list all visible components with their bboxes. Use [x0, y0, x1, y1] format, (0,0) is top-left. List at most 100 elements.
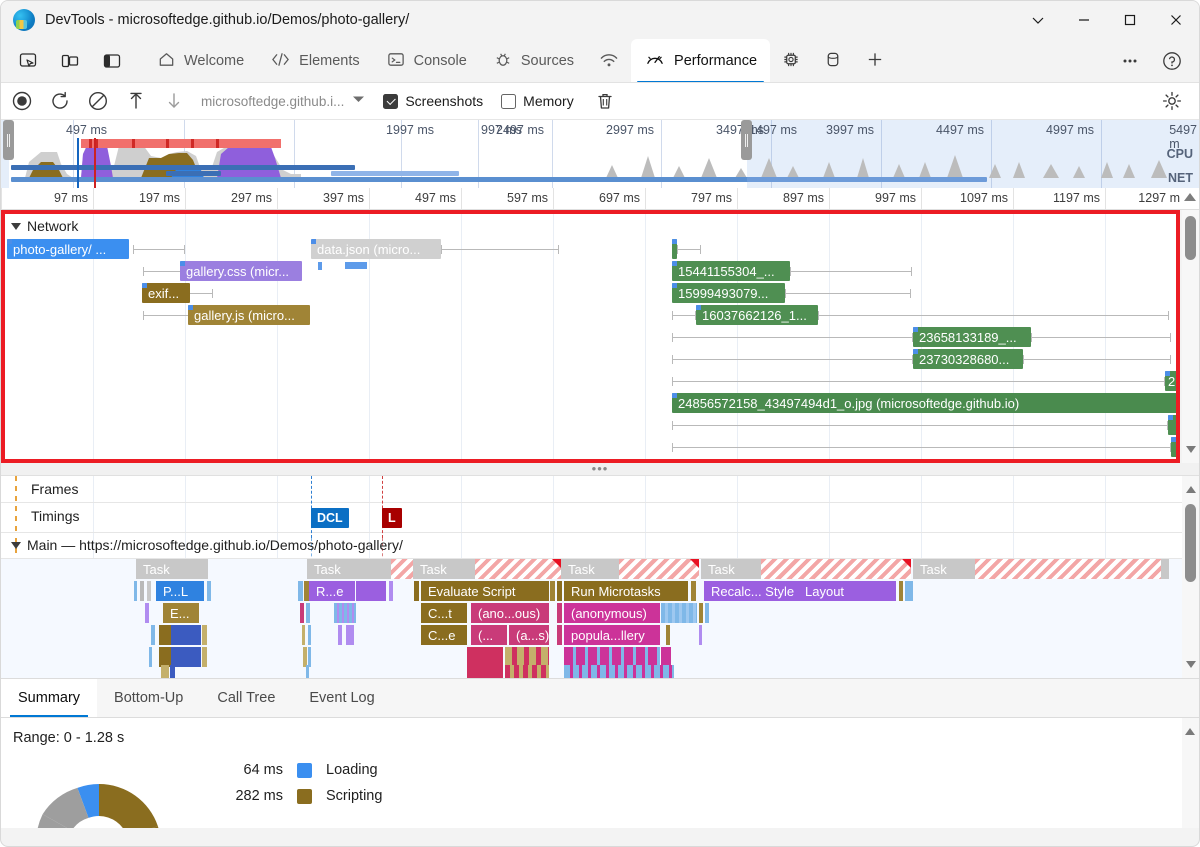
flame-sliver[interactable] [699, 603, 703, 623]
table-row[interactable]: photo-gallery/ ... data.json (micro... [5, 238, 1176, 260]
dock-side-icon[interactable] [91, 39, 133, 83]
flame-sliver[interactable] [161, 665, 169, 678]
flame-sliver[interactable] [303, 647, 307, 667]
task-block[interactable]: Task [561, 559, 619, 579]
flame-sliver[interactable] [302, 625, 305, 645]
task-block[interactable]: Task [413, 559, 475, 579]
flame-sliver[interactable] [149, 647, 152, 667]
flame-sliver[interactable] [207, 581, 211, 601]
summary-scrollbar[interactable] [1182, 718, 1199, 828]
flame-block[interactable]: (anonymous) [564, 603, 660, 623]
table-row[interactable]: 23658133189_... [5, 326, 1176, 348]
flame-sliver[interactable] [467, 647, 503, 667]
flame-block[interactable]: R...e [309, 581, 355, 601]
record-icon[interactable] [5, 86, 39, 116]
flame-block[interactable]: Evaluate Script [421, 581, 549, 601]
task-block[interactable]: Task [701, 559, 761, 579]
collapse-overview-arrow-icon[interactable] [1184, 193, 1196, 201]
flame-block[interactable]: Layout [798, 581, 896, 601]
more-options-icon[interactable] [1109, 39, 1151, 83]
flame-sliver[interactable] [661, 647, 671, 667]
task-block[interactable]: Task [307, 559, 391, 579]
flame-sliver[interactable] [202, 625, 207, 645]
main-thread-header[interactable]: Main — https://microsoftedge.github.io/D… [1, 533, 403, 557]
flame-sliver[interactable] [334, 603, 356, 623]
memory-checkbox[interactable]: Memory [501, 93, 574, 109]
table-row[interactable]: 23730328680... [5, 348, 1176, 370]
table-row[interactable] [5, 414, 1176, 436]
flame-sliver[interactable] [134, 581, 137, 601]
network-request-bar[interactable] [1168, 415, 1180, 435]
help-icon[interactable] [1151, 39, 1193, 83]
flame-sliver[interactable] [691, 581, 696, 601]
pane-resizer[interactable]: ••• [1, 463, 1199, 476]
scroll-down-arrow-icon[interactable] [1186, 446, 1196, 453]
expand-triangle-icon[interactable] [11, 223, 21, 230]
flame-sliver[interactable] [505, 647, 549, 667]
flame-block[interactable]: E... [163, 603, 199, 623]
network-request-bar[interactable]: gallery.js (micro... [188, 305, 310, 325]
window-close-button[interactable] [1153, 1, 1199, 39]
flame-sliver[interactable] [159, 647, 171, 667]
device-toolbar-icon[interactable] [49, 39, 91, 83]
window-maximize-button[interactable] [1107, 1, 1153, 39]
table-row[interactable]: gallery.js (micro... 16037662126_1... [5, 304, 1176, 326]
flame-scrollbar[interactable] [1182, 476, 1199, 678]
flame-sliver[interactable] [308, 647, 311, 667]
network-request-bar[interactable]: 15999493079... [672, 283, 785, 303]
flame-sliver[interactable] [899, 581, 903, 601]
flame-block[interactable]: P...L [156, 581, 204, 601]
overview-selection-handle-right[interactable] [741, 120, 752, 160]
reload-and-record-icon[interactable] [43, 86, 77, 116]
network-request-bar[interactable]: data.json (micro... [311, 239, 441, 259]
inspect-icon[interactable] [7, 39, 49, 83]
table-row[interactable]: gallery.css (micr... 15441155304_... [5, 260, 1176, 282]
scrollbar-thumb[interactable] [1185, 216, 1196, 260]
scroll-up-arrow-icon[interactable] [1185, 728, 1195, 735]
add-panel-button[interactable] [854, 39, 896, 83]
network-request-bar[interactable]: 24856572158_43497494d1_o.jpg (microsofte… [672, 393, 1180, 413]
flame-sliver[interactable] [298, 581, 303, 601]
flame-block[interactable]: (... [471, 625, 507, 645]
task-block[interactable]: Task [913, 559, 975, 579]
tab-console[interactable]: Console [373, 39, 480, 83]
tab-performance[interactable]: Performance [631, 39, 770, 83]
flame-sliver[interactable] [356, 581, 386, 601]
flame-sliver[interactable] [564, 665, 674, 678]
chevron-down-icon[interactable] [352, 95, 365, 107]
scroll-down-arrow-icon[interactable] [1186, 661, 1196, 668]
flame-block[interactable]: popula...llery [564, 625, 660, 645]
scrollbar-thumb[interactable] [1185, 504, 1196, 582]
flame-sliver[interactable] [661, 603, 697, 623]
trash-icon[interactable] [588, 86, 622, 116]
tab-sources[interactable]: Sources [480, 39, 587, 83]
tab-application[interactable] [812, 39, 854, 83]
flame-sliver[interactable] [557, 581, 562, 601]
table-row[interactable]: exif... 15999493079... [5, 282, 1176, 304]
flame-sliver[interactable] [666, 625, 670, 645]
task-block[interactable]: Task [136, 559, 208, 579]
flame-sliver[interactable] [905, 581, 913, 601]
flame-sliver[interactable] [557, 625, 562, 645]
network-scrollbar[interactable] [1182, 210, 1199, 463]
network-request-bar[interactable]: 23658133189_... [913, 327, 1031, 347]
flame-sliver[interactable] [550, 581, 555, 601]
flame-sliver[interactable] [170, 665, 175, 678]
clear-icon[interactable] [81, 86, 115, 116]
flame-block[interactable]: C...e [421, 625, 467, 645]
flame-block[interactable]: C...t [421, 603, 467, 623]
main-thread-flame-chart[interactable]: Frames Timings DCL L Main — https://micr… [1, 476, 1184, 678]
checkbox-box[interactable] [383, 94, 398, 109]
tab-bottom-up[interactable]: Bottom-Up [97, 679, 200, 717]
flame-sliver[interactable] [467, 665, 503, 678]
flame-block[interactable]: (a...s) [509, 625, 549, 645]
checkbox-box[interactable] [501, 94, 516, 109]
flame-block[interactable]: (ano...ous) [471, 603, 549, 623]
flame-sliver[interactable] [705, 603, 709, 623]
overview-selection-handle-left[interactable] [3, 120, 14, 160]
task-sliver[interactable] [1161, 559, 1169, 579]
flame-sliver[interactable] [564, 647, 660, 667]
network-request-bar[interactable]: exif... [142, 283, 190, 303]
flame-block[interactable]: Run Microtasks [564, 581, 688, 601]
download-icon[interactable] [157, 86, 191, 116]
